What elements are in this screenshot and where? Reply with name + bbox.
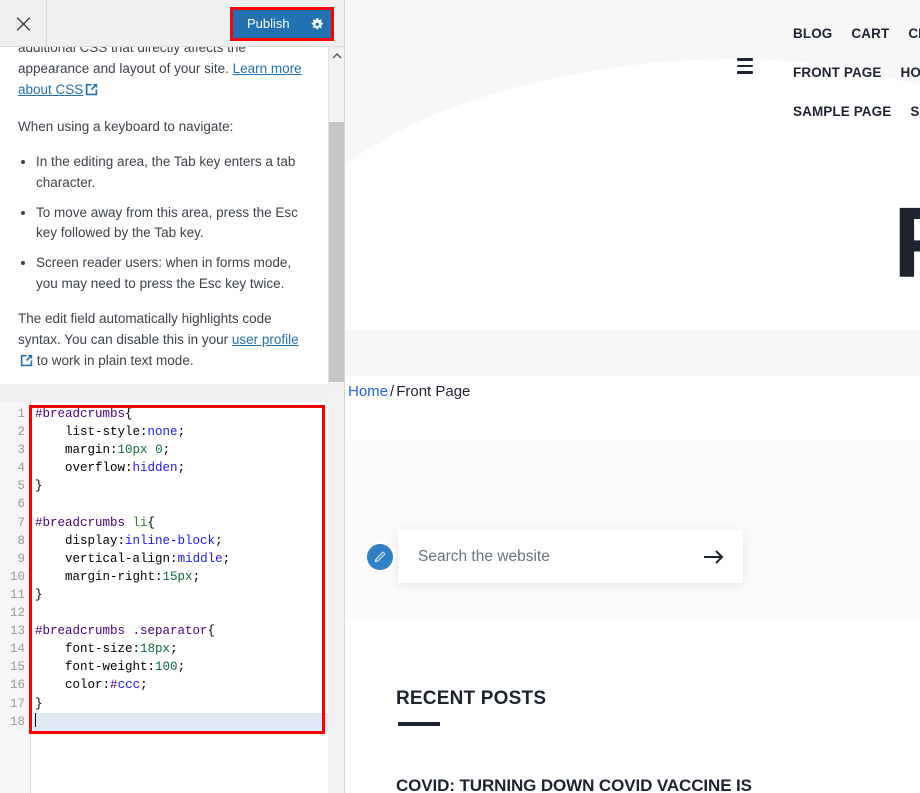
help-intro-paragraph: additional CSS that directly affects the…: [18, 47, 310, 103]
code-line[interactable]: }: [33, 586, 328, 604]
external-link-icon: [85, 82, 98, 103]
code-line[interactable]: font-weight:100;: [33, 658, 328, 676]
line-number: 8: [0, 532, 25, 550]
list-item: Screen reader users: when in forms mode,…: [36, 253, 310, 295]
line-number: 6: [0, 495, 25, 513]
line-number: 2: [0, 423, 25, 441]
nav-item-blog[interactable]: BLOG: [793, 26, 832, 41]
code-line[interactable]: }: [33, 477, 328, 495]
customizer-header-bar: Publish: [0, 0, 345, 47]
hamburger-menu-icon[interactable]: [737, 58, 753, 76]
code-line[interactable]: }: [33, 695, 328, 713]
nav-item-home[interactable]: HOME: [901, 65, 920, 80]
help-area-scrollbar[interactable]: [328, 47, 345, 384]
code-line[interactable]: font-size:18px;: [33, 640, 328, 658]
external-link-icon: [20, 353, 33, 374]
code-line[interactable]: margin-right:15px;: [33, 568, 328, 586]
edit-pencil-icon[interactable]: [367, 544, 393, 570]
arrow-right-icon[interactable]: [703, 548, 725, 566]
nav-item-checkout[interactable]: CHECKOUT: [908, 26, 920, 41]
nav-row: SAMPLE PAGE SHOP: [793, 92, 920, 131]
line-number: 14: [0, 640, 25, 658]
help-intro-text-cut: additional CSS that directly affects the: [18, 47, 250, 55]
hamburger-line: [737, 71, 753, 74]
hero-letter: F: [893, 202, 920, 284]
close-icon: [16, 16, 31, 31]
line-number: 4: [0, 459, 25, 477]
code-line[interactable]: [33, 495, 328, 513]
publish-button[interactable]: Publish: [233, 10, 331, 38]
close-customizer-button[interactable]: [0, 0, 47, 46]
help-syntax-paragraph: The edit field automatically highlights …: [18, 309, 310, 374]
breadcrumb-home-link[interactable]: Home: [348, 383, 388, 400]
hamburger-line: [737, 65, 753, 68]
nav-row: FRONT PAGE HOME HOME PAGE MY ACCOUNT: [793, 53, 920, 92]
code-line[interactable]: vertical-align:middle;: [33, 550, 328, 568]
breadcrumb-separator: /: [390, 383, 394, 400]
line-number: 1: [0, 405, 25, 423]
code-line[interactable]: #breadcrumbs .separator{: [33, 622, 328, 640]
additional-css-code-editor[interactable]: 123456789101112131415161718 #breadcrumbs…: [0, 402, 328, 793]
publish-button-highlight: Publish: [230, 7, 334, 41]
code-line[interactable]: margin:10px 0;: [33, 441, 328, 459]
recent-posts-section: RECENT POSTS COVID: TURNING DOWN COVID V…: [345, 620, 920, 793]
code-line[interactable]: list-style:none;: [33, 423, 328, 441]
line-number: 18: [0, 713, 25, 731]
line-number: 7: [0, 514, 25, 532]
recent-posts-heading: RECENT POSTS: [396, 688, 546, 710]
nav-item-cart[interactable]: CART: [851, 26, 889, 41]
nav-item-sample-page[interactable]: SAMPLE PAGE: [793, 104, 891, 119]
help-keyboard-bullets: In the editing area, the Tab key enters …: [18, 152, 310, 296]
site-preview-frame: F BLOG CART CHECKOUT FRONT PAGE FRONT PA…: [345, 0, 920, 793]
editor-line-number-gutter: 123456789101112131415161718: [0, 402, 31, 793]
publish-button-label: Publish: [233, 10, 303, 38]
gear-icon[interactable]: [303, 10, 331, 38]
line-number: 5: [0, 477, 25, 495]
additional-css-editor-wrap: 123456789101112131415161718 #breadcrumbs…: [0, 396, 345, 793]
code-line[interactable]: [33, 713, 328, 731]
help-syntax-post: to work in plain text mode.: [33, 353, 194, 368]
heading-underline-rule: [398, 722, 440, 726]
help-scrollbar-thumb[interactable]: [329, 122, 345, 382]
recent-post-title[interactable]: COVID: TURNING DOWN COVID VACCINE IS: [396, 775, 896, 793]
line-number: 13: [0, 622, 25, 640]
line-number: 15: [0, 658, 25, 676]
line-number: 17: [0, 695, 25, 713]
code-line[interactable]: color:#ccc;: [33, 676, 328, 694]
help-intro-text: appearance and layout of your site.: [18, 61, 233, 76]
css-help-text-area: additional CSS that directly affects the…: [0, 47, 345, 384]
nav-item-front-page-2[interactable]: FRONT PAGE: [793, 65, 882, 80]
list-item: To move away from this area, press the E…: [36, 203, 310, 245]
scroll-up-arrow-icon[interactable]: [329, 47, 345, 64]
line-number: 10: [0, 568, 25, 586]
line-number: 16: [0, 676, 25, 694]
line-number: 9: [0, 550, 25, 568]
search-section: Search the website: [345, 440, 920, 620]
code-line[interactable]: [33, 604, 328, 622]
editor-code-content[interactable]: #breadcrumbs{ list-style:none; margin:10…: [31, 402, 328, 793]
nav-row: BLOG CART CHECKOUT FRONT PAGE: [793, 14, 920, 53]
search-input[interactable]: Search the website: [418, 548, 703, 566]
breadcrumb-current: Front Page: [396, 383, 470, 400]
wordpress-customizer-panel: Publish additional CSS that directly aff…: [0, 0, 345, 793]
code-line[interactable]: #breadcrumbs li{: [33, 514, 328, 532]
breadcrumb: Home/Front Page: [348, 383, 470, 400]
hamburger-line: [737, 58, 753, 61]
nav-item-shop[interactable]: SHOP: [910, 104, 920, 119]
code-line[interactable]: display:inline-block;: [33, 532, 328, 550]
code-line[interactable]: overflow:hidden;: [33, 459, 328, 477]
line-number: 12: [0, 604, 25, 622]
help-keyboard-heading: When using a keyboard to navigate:: [18, 117, 310, 138]
line-number: 11: [0, 586, 25, 604]
site-navigation-menu: BLOG CART CHECKOUT FRONT PAGE FRONT PAGE…: [793, 14, 920, 131]
code-line[interactable]: #breadcrumbs{: [33, 405, 328, 423]
list-item: In the editing area, the Tab key enters …: [36, 152, 310, 194]
line-number: 3: [0, 441, 25, 459]
user-profile-link[interactable]: user profile: [232, 332, 299, 347]
search-box[interactable]: Search the website: [398, 530, 743, 583]
customizer-panel-scrollbar[interactable]: [328, 389, 345, 793]
